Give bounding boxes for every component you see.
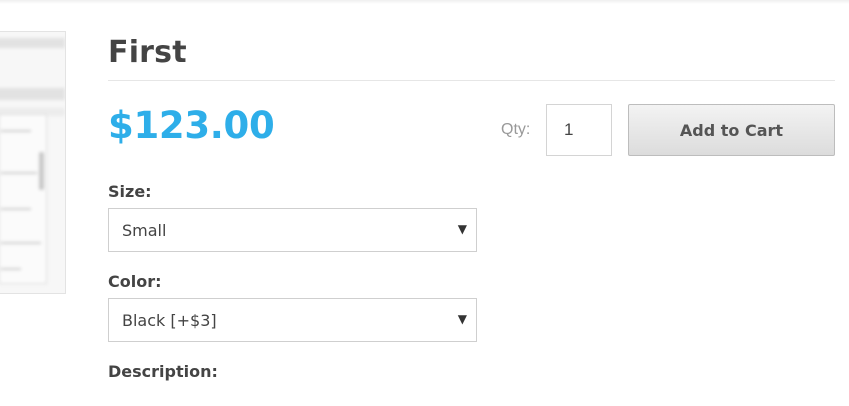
chevron-down-icon: ▼ xyxy=(457,222,467,236)
color-select[interactable]: Black [+$3] ▼ xyxy=(108,298,477,342)
product-price: $123.00 xyxy=(108,104,275,147)
qty-label: Qty: xyxy=(501,121,531,138)
title-divider xyxy=(108,80,835,81)
size-select[interactable]: Small ▼ xyxy=(108,208,477,252)
chevron-down-icon: ▼ xyxy=(457,312,467,326)
top-shadow xyxy=(0,0,849,4)
color-selected-value: Black [+$3] xyxy=(122,311,217,330)
qty-input[interactable] xyxy=(546,104,612,156)
size-selected-value: Small xyxy=(122,221,167,240)
description-label: Description: xyxy=(108,362,218,381)
product-title: First xyxy=(108,35,187,70)
product-image[interactable] xyxy=(0,31,66,294)
add-to-cart-button[interactable]: Add to Cart xyxy=(628,104,835,156)
color-label: Color: xyxy=(108,272,162,291)
size-label: Size: xyxy=(108,182,152,201)
